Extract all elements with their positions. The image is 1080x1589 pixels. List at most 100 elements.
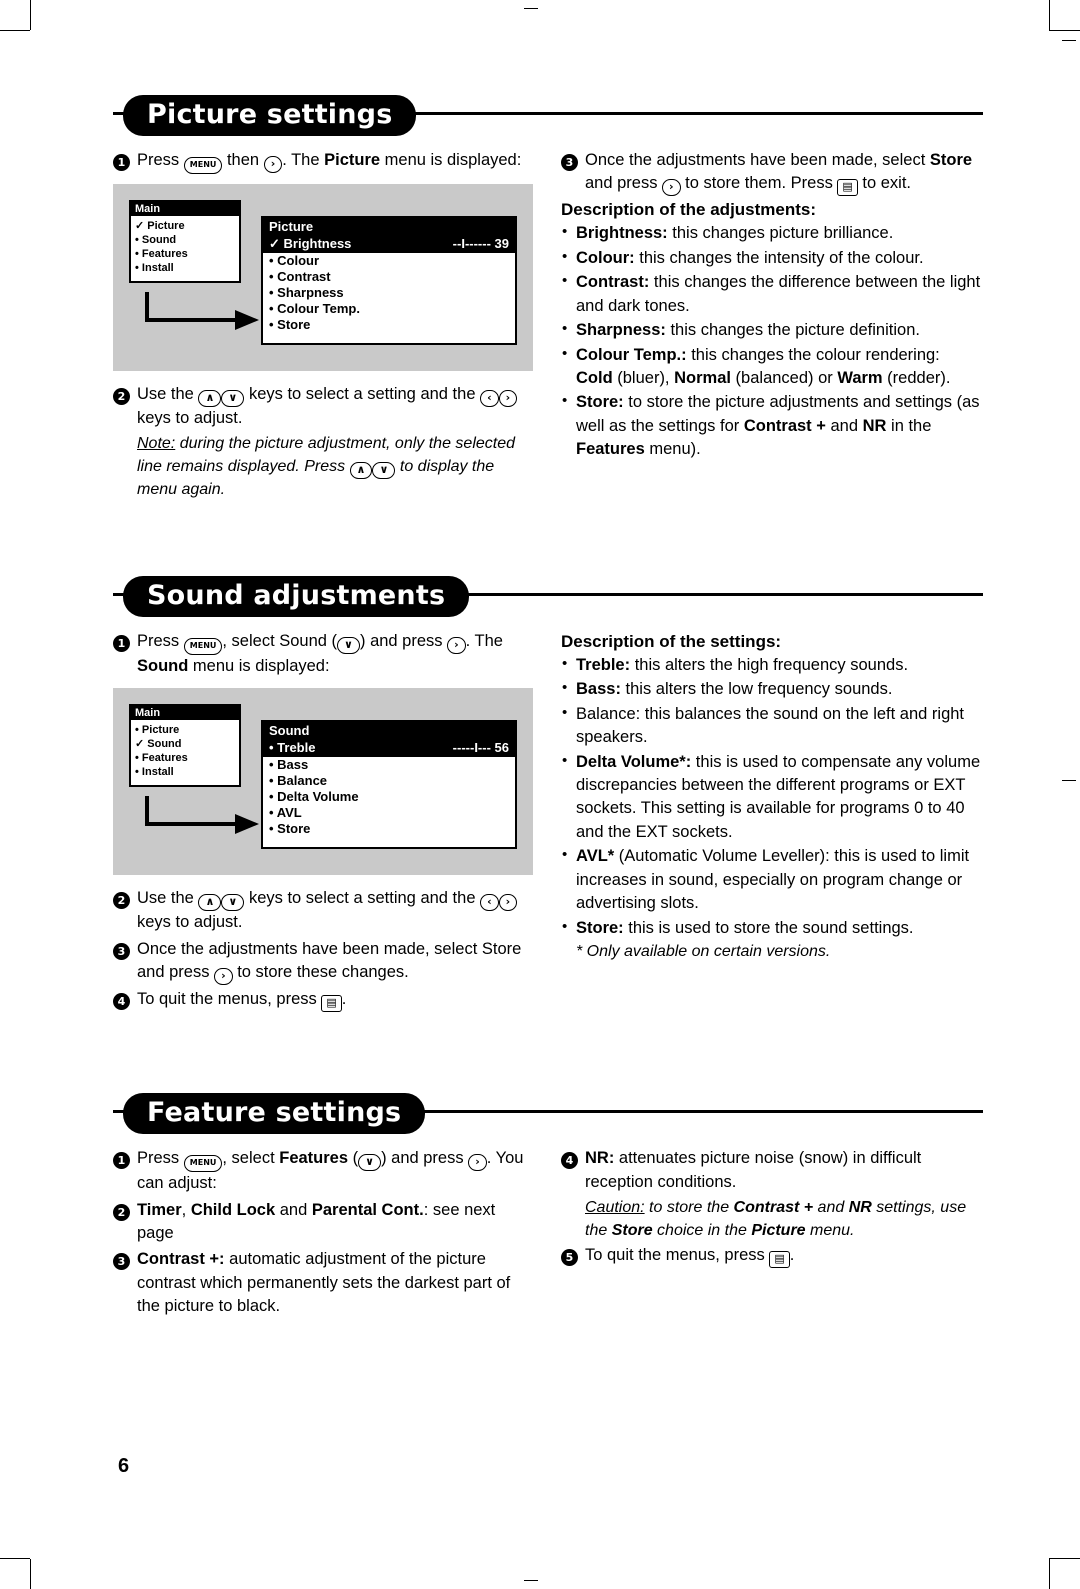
section-title-picture: Picture settings: [123, 95, 417, 136]
sound-step-1: 1 Press MENU, select Sound (∨) and press…: [113, 630, 533, 678]
osd-main-list: • Picture ✓ Sound • Features • Install: [131, 720, 239, 785]
list-item: AVL* (Automatic Volume Leveller): this i…: [561, 844, 981, 915]
section-picture-columns: 1 Press MENU then ›. The Picture menu is…: [113, 149, 983, 502]
step-number: 1: [113, 634, 130, 652]
osd-row-value: --I------ 39: [452, 236, 509, 251]
step-number: 5: [561, 1249, 578, 1267]
exit-key-icon: ▤: [321, 995, 342, 1013]
right-key-icon: ›: [498, 390, 518, 407]
step-text: Press MENU, select Features (∨) and pres…: [137, 1149, 524, 1193]
sound-left-column: 1 Press MENU, select Sound (∨) and press…: [113, 630, 533, 1015]
step-number: 3: [113, 942, 130, 960]
exit-key-icon: ▤: [769, 1251, 790, 1269]
osd-main-list: ✓ Picture • Sound • Features • Install: [131, 216, 239, 281]
page-number: 6: [118, 1455, 130, 1477]
menu-key-icon: MENU: [183, 157, 223, 174]
section-sound-columns: 1 Press MENU, select Sound (∨) and press…: [113, 630, 983, 1015]
osd-main-item-features: • Features: [135, 752, 188, 765]
osd-main-menu: Main • Picture ✓ Sound • Features • Inst…: [129, 704, 241, 788]
list-item: Sharpness: this changes the picture defi…: [561, 318, 981, 342]
osd-illustration-sound: Main • Picture ✓ Sound • Features • Inst…: [113, 688, 533, 876]
section-title-sound: Sound adjustments: [123, 575, 470, 617]
step4-term: NR:: [585, 1149, 615, 1168]
manual-page: Picture settings 1 Press MENU then ›. Th…: [0, 0, 1080, 1589]
step-text: Timer, Child Lock and Parental Cont.: se…: [137, 1200, 496, 1242]
osd-main-item-picture: • Picture: [135, 724, 180, 737]
list-item: Store: to store the picture adjustments …: [561, 390, 981, 461]
down-key-icon: ∨: [337, 636, 360, 654]
step-number: 2: [113, 388, 130, 405]
picture-left-column: 1 Press MENU then ›. The Picture menu is…: [113, 149, 533, 502]
step5-text-b: .: [789, 1246, 795, 1265]
step2-text-c: keys to adjust.: [137, 409, 243, 427]
osd-picture-list: • Colour • Contrast • Sharpness • Colour…: [263, 253, 515, 343]
osd-sound-header: Sound: [263, 722, 515, 740]
osd-illustration-picture: Main ✓ Picture • Sound • Features • Inst…: [113, 184, 533, 371]
osd-picture-item-contrast: • Contrast: [269, 269, 331, 284]
osd-sound-row-treble: • Treble -----I--- 56: [263, 739, 515, 758]
list-item: Brightness: this changes picture brillia…: [561, 221, 981, 245]
section-banner-sound: Sound adjustments: [113, 575, 983, 617]
crop-mark: [0, 30, 30, 31]
step4-text: attenuates picture noise (snow) in diffi…: [585, 1149, 922, 1191]
list-item: Colour Temp.: this changes the colour re…: [561, 343, 981, 391]
sound-desc-list: Treble: this alters the high frequency s…: [561, 653, 981, 940]
osd-sound-item-store: • Store: [269, 821, 311, 837]
osd-sound-item-bass: • Bass: [269, 757, 309, 773]
sound-step-2: 2 Use the ∧ ∨ keys to select a setting an…: [113, 887, 533, 934]
step2-text-a: Use the: [137, 385, 194, 403]
picture-right-column: 3 Once the adjustments have been made, s…: [561, 149, 981, 502]
down-key-icon: ∨: [221, 390, 245, 407]
osd-sound-list: • Bass • Balance • Delta Volume • AVL • …: [263, 757, 515, 847]
note-label: Note:: [137, 435, 176, 453]
step-number: 3: [561, 154, 578, 171]
osd-main-item-sound: • Sound: [135, 234, 177, 246]
osd-main-menu: Main ✓ Picture • Sound • Features • Inst…: [129, 200, 241, 283]
step2-text-c: keys to adjust.: [137, 913, 243, 932]
osd-sound-item-balance: • Balance: [269, 773, 328, 789]
osd-main-item-sound: ✓ Sound: [135, 738, 182, 751]
up-key-icon: ∧: [349, 462, 373, 480]
osd-sound-menu: Sound • Treble -----I--- 56 • Bass • Bal…: [261, 720, 517, 850]
picture-step-1: 1 Press MENU then ›. The Picture menu is…: [113, 149, 533, 174]
feature-step-5: 5 To quit the menus, press ▤.: [561, 1244, 981, 1269]
sound-footnote: * Only available on certain versions.: [576, 942, 831, 960]
right-key-icon: ›: [263, 156, 283, 173]
left-key-icon: ‹: [480, 894, 499, 912]
right-key-icon: ›: [214, 968, 233, 986]
step-text: Once the adjustments have been made, sel…: [137, 938, 533, 986]
up-key-icon: ∧: [198, 894, 222, 912]
feature-step-1: 1 Press MENU, select Features (∨) and pr…: [113, 1147, 533, 1195]
picture-step-2: 2 Use the ∧ ∨ keys to select a setting an…: [113, 383, 533, 430]
crop-mark: [1049, 1558, 1080, 1559]
down-key-icon: ∨: [221, 894, 245, 912]
step-text: Press MENU, select Sound (∨) and press ›…: [137, 631, 503, 675]
picture-step-3: 3 Once the adjustments have been made, s…: [561, 149, 981, 197]
osd-row-value: -----I--- 56: [452, 740, 509, 756]
osd-picture-item-colour-temp: • Colour Temp.: [269, 301, 360, 316]
section-banner-picture: Picture settings: [113, 95, 983, 136]
osd-sound-item-avl: • AVL: [269, 805, 302, 821]
list-item: Colour: this changes the intensity of th…: [561, 246, 981, 270]
osd-main-item-install: • Install: [135, 766, 174, 779]
crop-mark: [1062, 40, 1076, 41]
step-number: 4: [113, 993, 130, 1011]
osd-row-label: ✓ Brightness: [269, 236, 352, 251]
osd-sound-item-delta-volume: • Delta Volume: [269, 789, 359, 805]
osd-picture-header: Picture: [263, 218, 515, 235]
step2-text-b: keys to select a setting and the: [248, 889, 476, 908]
crop-mark: [30, 1559, 31, 1589]
list-item: Delta Volume*: this is used to compensat…: [561, 750, 981, 845]
crop-mark: [1049, 30, 1080, 31]
right-key-icon: ›: [468, 1154, 487, 1172]
feature-left-column: 1 Press MENU, select Features (∨) and pr…: [113, 1147, 533, 1322]
feature-caution: Caution: to store the Contrast + and NR …: [585, 1198, 967, 1239]
osd-main-item-picture: ✓ Picture: [135, 220, 185, 232]
osd-picture-item-sharpness: • Sharpness: [269, 285, 344, 300]
caution-label: Caution:: [585, 1198, 645, 1216]
step-text: Contrast +: automatic adjustment of the …: [137, 1248, 533, 1318]
list-item: Balance: this balances the sound on the …: [561, 702, 981, 750]
step4-text-a: To quit the menus, press: [137, 990, 317, 1009]
step-text: To quit the menus, press ▤.: [137, 988, 346, 1013]
step-number: 1: [113, 1152, 130, 1170]
